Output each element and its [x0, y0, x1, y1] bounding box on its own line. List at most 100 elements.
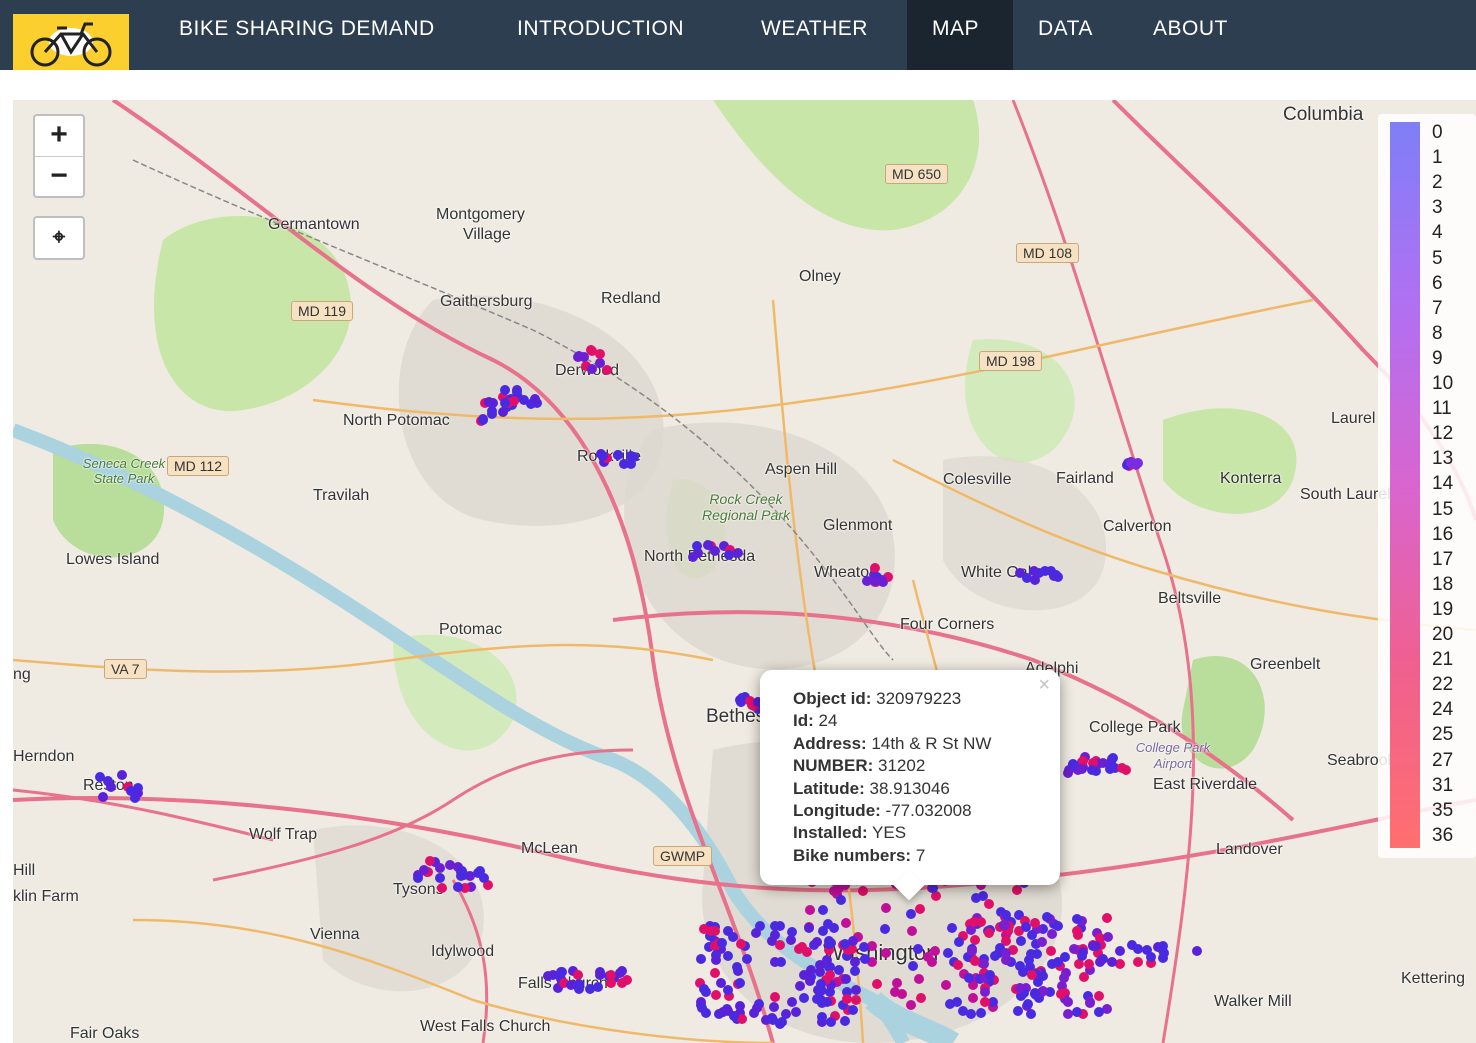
station-dot[interactable] — [817, 926, 828, 937]
station-dot[interactable] — [1015, 935, 1026, 946]
station-dot[interactable] — [769, 991, 780, 1002]
station-dot[interactable] — [424, 856, 435, 867]
station-dot[interactable] — [847, 935, 858, 946]
station-dot[interactable] — [907, 960, 918, 971]
plus-icon[interactable]: + — [35, 116, 83, 156]
station-dot[interactable] — [736, 938, 747, 949]
station-dot[interactable] — [952, 960, 963, 971]
station-dot[interactable] — [606, 977, 617, 988]
station-dot[interactable] — [1025, 1008, 1036, 1019]
station-dot[interactable] — [850, 985, 861, 996]
station-dot[interactable] — [612, 449, 623, 460]
station-dot[interactable] — [1060, 967, 1071, 978]
nav-weather[interactable]: WEATHER — [761, 0, 868, 70]
station-dot[interactable] — [821, 955, 832, 966]
station-dot[interactable] — [984, 898, 995, 909]
station-dot[interactable] — [1029, 574, 1040, 585]
station-dot[interactable] — [941, 979, 952, 990]
close-icon[interactable]: × — [1038, 674, 1050, 697]
station-dot[interactable] — [825, 1016, 836, 1027]
station-dot[interactable] — [1071, 1007, 1082, 1018]
station-dot[interactable] — [1141, 944, 1152, 955]
station-dot[interactable] — [1098, 757, 1109, 768]
station-dot[interactable] — [1191, 946, 1202, 957]
station-dot[interactable] — [1078, 972, 1089, 983]
station-dot[interactable] — [798, 993, 809, 1004]
station-dot[interactable] — [805, 964, 816, 975]
station-dot[interactable] — [930, 891, 941, 902]
station-dot[interactable] — [835, 894, 846, 905]
station-dot[interactable] — [434, 873, 445, 884]
station-dot[interactable] — [804, 922, 815, 933]
station-dot[interactable] — [500, 397, 511, 408]
station-dot[interactable] — [587, 346, 598, 356]
station-dot[interactable] — [755, 920, 766, 931]
station-dot[interactable] — [1094, 957, 1105, 968]
crosshair-icon[interactable]: ⌖ — [35, 218, 83, 258]
nav-map[interactable]: MAP — [907, 0, 1013, 70]
station-dot[interactable] — [1093, 1007, 1104, 1017]
station-dot[interactable] — [879, 923, 890, 934]
station-dot[interactable] — [1063, 767, 1074, 778]
station-dot[interactable] — [869, 576, 880, 587]
station-dot[interactable] — [1026, 969, 1037, 980]
station-dot[interactable] — [487, 408, 498, 419]
station-dot[interactable] — [105, 781, 116, 792]
station-dot[interactable] — [98, 791, 108, 802]
station-dot[interactable] — [795, 980, 806, 991]
station-dot[interactable] — [530, 393, 541, 404]
station-dot[interactable] — [512, 386, 523, 397]
station-dot[interactable] — [1091, 940, 1102, 951]
station-dot[interactable] — [914, 973, 925, 984]
station-dot[interactable] — [965, 1008, 976, 1019]
station-dot[interactable] — [1022, 998, 1033, 1009]
station-dot[interactable] — [999, 919, 1010, 930]
station-dot[interactable] — [1000, 910, 1011, 921]
station-dot[interactable] — [452, 881, 463, 892]
station-dot[interactable] — [1026, 948, 1037, 959]
station-dot[interactable] — [859, 941, 870, 952]
nav-introduction[interactable]: INTRODUCTION — [517, 0, 684, 70]
station-dot[interactable] — [710, 989, 721, 1000]
station-dot[interactable] — [944, 999, 955, 1010]
station-dot[interactable] — [1046, 945, 1057, 956]
station-dot[interactable] — [891, 978, 902, 989]
station-dot[interactable] — [573, 978, 584, 989]
station-dot[interactable] — [969, 956, 980, 967]
station-dot[interactable] — [787, 996, 798, 1007]
station-dot[interactable] — [116, 769, 127, 780]
station-dot[interactable] — [896, 988, 907, 999]
station-dot[interactable] — [497, 406, 508, 417]
station-dot[interactable] — [751, 1003, 762, 1014]
station-dot[interactable] — [776, 1017, 787, 1028]
nav-bike-sharing-demand[interactable]: BIKE SHARING DEMAND — [179, 0, 435, 70]
station-dot[interactable] — [857, 886, 868, 897]
bicycle-logo-icon[interactable] — [13, 14, 129, 70]
station-dot[interactable] — [840, 1015, 851, 1026]
station-dot[interactable] — [722, 925, 733, 936]
station-dot[interactable] — [698, 983, 709, 994]
station-dot[interactable] — [851, 994, 861, 1005]
station-dot[interactable] — [775, 956, 786, 967]
nav-data[interactable]: DATA — [1038, 0, 1093, 70]
station-dot[interactable] — [767, 1014, 778, 1025]
map-view[interactable]: Columbia Germantown Montgomery Village G… — [13, 100, 1476, 1043]
station-dot[interactable] — [717, 1006, 728, 1017]
station-dot[interactable] — [785, 934, 796, 945]
station-dot[interactable] — [828, 923, 839, 934]
station-dot[interactable] — [592, 981, 603, 992]
station-dot[interactable] — [1037, 936, 1048, 947]
station-dot[interactable] — [804, 905, 815, 916]
station-dot[interactable] — [696, 1003, 707, 1014]
station-dot[interactable] — [709, 546, 720, 557]
station-dot[interactable] — [1014, 983, 1025, 994]
station-dot[interactable] — [1026, 930, 1037, 941]
minus-icon[interactable]: − — [35, 156, 83, 196]
station-dot[interactable] — [716, 937, 727, 948]
station-dot[interactable] — [915, 992, 926, 1003]
station-dot[interactable] — [710, 954, 721, 965]
station-dot[interactable] — [1062, 1008, 1073, 1019]
station-dot[interactable] — [1001, 954, 1012, 965]
station-dot[interactable] — [734, 977, 745, 988]
station-dot[interactable] — [434, 862, 445, 873]
